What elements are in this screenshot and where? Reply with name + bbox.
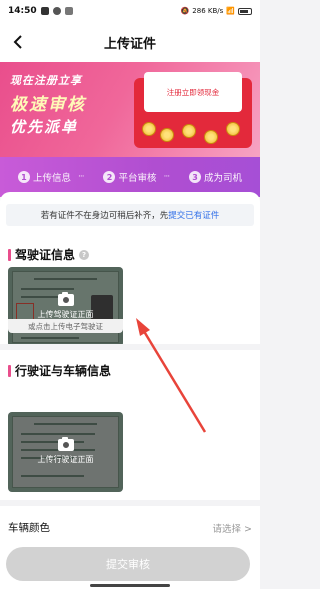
submit-existing-link[interactable]: 提交已有证件 (168, 209, 219, 221)
step-label: 上传信息 (32, 173, 71, 184)
vehicle-license-upload[interactable]: 上传行驶证正面 (8, 412, 123, 492)
step-separator: ··· (77, 172, 85, 182)
upload-form: 若有证件不在身边可稍后补齐，先 提交已有证件 驾驶证信息 ? 上传驾驶证正面 或… (0, 192, 260, 589)
notice-bar: 若有证件不在身边可稍后补齐，先 提交已有证件 (6, 204, 254, 226)
notice-text: 若有证件不在身边可稍后补齐，先 (40, 211, 169, 221)
app-icon (52, 7, 61, 15)
vehicle-color-row[interactable]: 车辆颜色 请选择 > (8, 520, 252, 535)
slogan-line2: 极速审核 (10, 95, 86, 115)
coin-icon (160, 128, 174, 142)
status-right: 🔕 286 KB/s 📶 (181, 7, 252, 15)
home-indicator (90, 584, 170, 587)
banner-slogan: 现在注册立享 极速审核 优先派单 (10, 72, 140, 137)
step-3: 3 成为司机 (189, 170, 242, 184)
wifi-icon: 📶 (226, 7, 235, 15)
navbar: 上传证件 (0, 22, 260, 62)
envelope-card-text: 注册立即领现金 (166, 87, 220, 97)
step-number: 2 (103, 171, 116, 183)
vehicle-color-label: 车辆颜色 (8, 522, 50, 534)
step-number: 1 (17, 171, 30, 183)
network-speed: 286 KB/s (192, 7, 224, 15)
step-number: 3 (189, 171, 202, 183)
battery-icon (238, 7, 252, 15)
mute-icon: 🔕 (180, 7, 190, 15)
step-label: 平台审核 (118, 173, 157, 184)
coin-icon (204, 130, 218, 144)
section-divider (0, 500, 260, 506)
section-marker (8, 364, 11, 377)
coin-icon (182, 124, 196, 138)
coin-icon (226, 122, 240, 136)
upload-overlay: 上传驾驶证正面 (8, 267, 123, 347)
chevron-left-icon (13, 35, 22, 49)
camera-icon (57, 292, 74, 306)
step-separator: ··· (163, 172, 171, 182)
slogan-line3: 优先派单 (10, 118, 79, 136)
submit-review-button[interactable]: 提交审核 (6, 547, 250, 581)
status-left: 14:50 (8, 6, 73, 16)
status-time: 14:50 (8, 6, 37, 16)
help-icon[interactable]: ? (79, 249, 90, 260)
vehicle-license-section-title: 行驶证与车辆信息 (8, 362, 111, 379)
back-button[interactable] (8, 32, 28, 52)
vehicle-color-select[interactable]: 请选择 > (213, 521, 252, 535)
section-marker (8, 248, 11, 261)
driver-license-section-title: 驾驶证信息 ? (8, 246, 90, 263)
promo-banner[interactable]: 现在注册立享 极速审核 优先派单 注册立即领现金 (0, 62, 260, 157)
upload-e-license-link[interactable]: 或点击上传电子驾驶证 (8, 319, 123, 333)
notification-icon (40, 7, 49, 15)
step-1: 1 上传信息 ··· (17, 170, 85, 184)
step-2: 2 平台审核 ··· (103, 170, 171, 184)
app-icon-2 (64, 7, 73, 15)
step-label: 成为司机 (204, 173, 243, 184)
status-bar: 14:50 🔕 286 KB/s 📶 (0, 0, 260, 22)
vehicle-license-title: 行驶证与车辆信息 (15, 364, 112, 378)
driver-license-title: 驾驶证信息 (15, 248, 76, 262)
driver-license-upload[interactable]: 上传驾驶证正面 (8, 267, 123, 347)
camera-icon (57, 437, 74, 451)
page-title: 上传证件 (103, 36, 156, 52)
section-divider (0, 344, 260, 350)
envelope-card: 注册立即领现金 (144, 72, 242, 112)
coin-icon (142, 122, 156, 136)
progress-steps: 1 上传信息 ··· 2 平台审核 ··· 3 成为司机 (0, 157, 260, 197)
upload-label: 上传行驶证正面 (37, 455, 94, 464)
upload-overlay: 上传行驶证正面 (8, 412, 123, 492)
slogan-line1: 现在注册立享 (10, 74, 82, 87)
red-envelope-image: 注册立即领现金 (134, 72, 252, 148)
